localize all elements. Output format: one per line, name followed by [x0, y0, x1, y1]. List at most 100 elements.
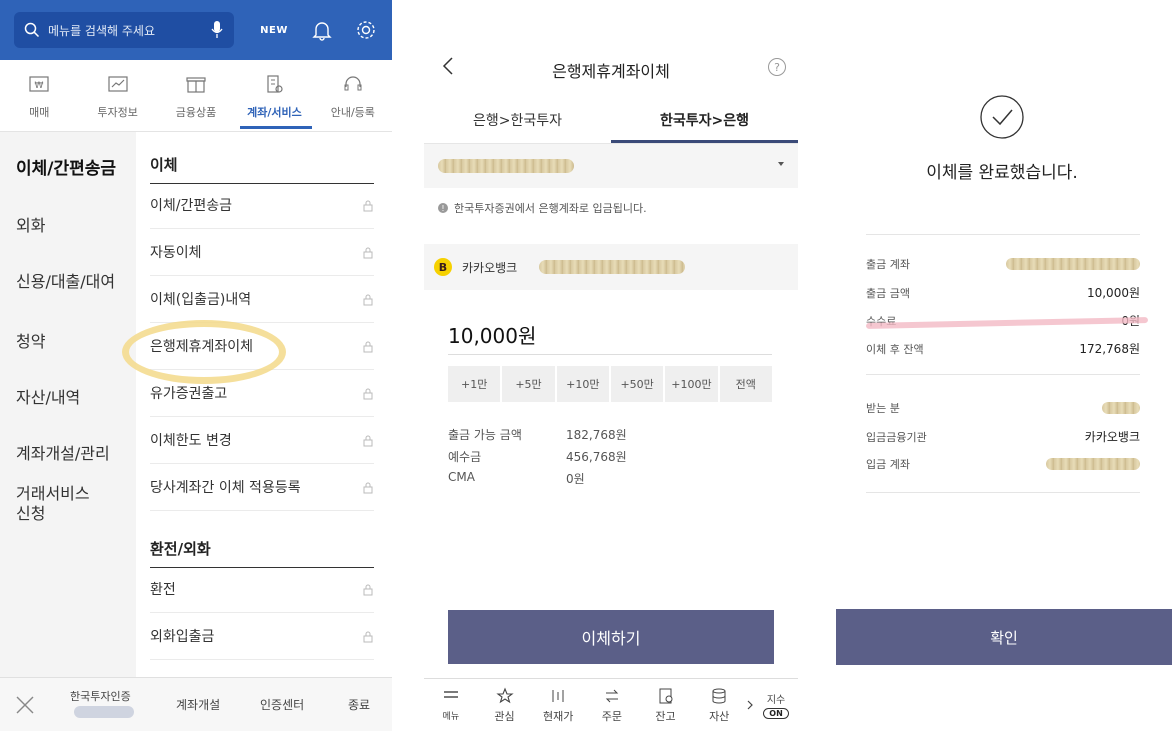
left-menu-assets[interactable]: 자산/내역 [16, 384, 80, 408]
submenu-label: 이체/간편송금 [150, 198, 232, 214]
tab-balance[interactable]: 잔고 [639, 687, 693, 724]
submenu-item[interactable]: 이체한도 변경 [150, 417, 374, 464]
confirm-button[interactable]: 확인 [836, 609, 1172, 665]
divider [866, 492, 1140, 493]
left-menu-transfer[interactable]: 이체/간편송금 [16, 154, 116, 179]
quick-amount-button[interactable]: +100만 [665, 366, 718, 402]
tab-financial-products[interactable]: 금융상품 [157, 60, 235, 131]
close-icon[interactable] [0, 695, 50, 715]
header: 은행제휴계좌이체 ? [424, 40, 798, 90]
receiving-bank-row[interactable]: B 카카오뱅크 [424, 244, 798, 290]
section-title-forex: 환전/외화 [150, 538, 374, 568]
lock-icon [363, 388, 373, 399]
submenu-label: 이체(입출금)내역 [150, 292, 252, 308]
headset-icon [344, 76, 362, 91]
tab-current-price[interactable]: 현재가 [531, 687, 585, 724]
direction-tabs: 은행>한국투자 한국투자>은행 [424, 100, 798, 144]
lock-icon [363, 631, 373, 642]
submenu-label: 환전 [150, 582, 176, 598]
cert-title[interactable]: 한국투자인증 [70, 688, 131, 704]
tab-assets[interactable]: 자산 [692, 687, 746, 724]
index-toggle[interactable]: 지수 ON [754, 691, 798, 719]
left-menu-subscription[interactable]: 청약 [16, 328, 45, 352]
tab-order[interactable]: 주문 [585, 687, 639, 724]
info-value: 182,768원 [566, 428, 627, 442]
index-label: 지수 [766, 695, 786, 706]
quick-amount-button[interactable]: +1만 [448, 366, 501, 402]
tab-label: 투자정보 [97, 106, 138, 119]
quick-amount-button[interactable]: +50만 [610, 366, 664, 402]
microphone-icon[interactable] [210, 19, 224, 41]
account-select[interactable] [424, 144, 798, 188]
quick-amount-button[interactable]: +10만 [556, 366, 609, 402]
left-menu-trade-service[interactable]: 거래서비스 신청 [16, 484, 90, 524]
submenu-item[interactable]: 당사계좌간 이체 적용등록 [150, 464, 374, 511]
info-key: 예수금 [448, 450, 482, 464]
quick-amount-button[interactable]: +5만 [502, 366, 555, 402]
left-menu-account-open[interactable]: 계좌개설/관리 [16, 440, 110, 464]
exit-link[interactable]: 종료 [348, 696, 370, 713]
info-row: CMA 0원 [448, 470, 585, 487]
detail-row: 출금 금액 10,000원 [866, 284, 1140, 301]
search-input[interactable]: 메뉴를 검색해 주세요 [14, 12, 234, 48]
transfer-button[interactable]: 이체하기 [448, 610, 774, 664]
submenu-item[interactable]: 외화입출금 [150, 613, 374, 660]
highlight-annotation [122, 320, 286, 384]
quick-amount-all-button[interactable]: 전액 [719, 366, 772, 402]
active-tab-indicator [240, 126, 312, 129]
cert-center-link[interactable]: 인증센터 [260, 696, 304, 713]
open-account-link[interactable]: 계좌개설 [176, 696, 220, 713]
gear-icon[interactable] [352, 16, 380, 44]
submenu-label: 유가증권출고 [150, 386, 228, 402]
detail-value: 카카오뱅크 [1084, 430, 1140, 444]
notice-text: 한국투자증권에서 은행계좌로 입금됩니다. [454, 202, 647, 215]
cert-masked-info [74, 706, 134, 718]
index-on-badge: ON [763, 708, 789, 719]
submenu-item[interactable]: 이체(입출금)내역 [150, 276, 374, 323]
chevron-down-icon [778, 162, 784, 166]
left-menu-credit-loan[interactable]: 신용/대출/대여 [16, 268, 115, 292]
lock-icon [363, 341, 373, 352]
new-label: NEW [260, 24, 288, 36]
chart-icon [108, 76, 128, 92]
search-icon [24, 22, 40, 38]
detail-key: 이체 후 잔액 [866, 342, 924, 356]
masked-account-number [438, 159, 574, 173]
detail-row: 이체 후 잔액 172,768원 [866, 340, 1140, 357]
tab-trade[interactable]: ₩ 매매 [0, 60, 78, 131]
submenu-item[interactable]: 환전 [150, 566, 374, 613]
info-row: 예수금 456,768원 [448, 448, 627, 465]
bell-icon[interactable] [308, 16, 336, 44]
tab-label: 안내/등록 [330, 106, 375, 119]
left-menu-forex[interactable]: 외화 [16, 212, 45, 236]
bottom-bar: 한국투자인증 계좌개설 인증센터 종료 [0, 677, 392, 731]
chevron-right-icon[interactable] [746, 699, 754, 711]
submenu-item[interactable]: 이체/간편송금 [150, 182, 374, 229]
tab-menu[interactable]: 메뉴 [424, 688, 478, 722]
masked-withdraw-account [1006, 258, 1140, 270]
tab-label: 자산 [709, 709, 730, 723]
amount-input[interactable]: 10,000원 [448, 320, 536, 349]
tab-kis-to-bank[interactable]: 한국투자>은행 [611, 100, 798, 143]
tab-label: 주문 [601, 709, 622, 723]
tab-guide-register[interactable]: 안내/등록 [314, 60, 392, 131]
submenu-item[interactable]: 자동이체 [150, 229, 374, 276]
tab-label: 잔고 [655, 709, 676, 723]
masked-deposit-account [1046, 458, 1140, 470]
tab-account-service[interactable]: 계좌/서비스 [235, 60, 313, 131]
database-icon [712, 688, 726, 703]
new-button[interactable]: NEW [260, 16, 288, 44]
submenu-label: 이체한도 변경 [150, 433, 232, 449]
detail-row: 입금 계좌 [866, 456, 1140, 472]
tab-invest-info[interactable]: 투자정보 [78, 60, 156, 131]
completion-title: 이체를 완료했습니다. [926, 163, 1078, 183]
info-key: 출금 가능 금액 [448, 428, 522, 442]
help-icon[interactable]: ? [768, 58, 786, 76]
star-icon [495, 687, 514, 703]
detail-row: 받는 분 [866, 400, 1140, 416]
tab-favorites[interactable]: 관심 [478, 687, 532, 724]
detail-row: 출금 계좌 [866, 256, 1140, 272]
transfer-complete-panel: 이체를 완료했습니다. 출금 계좌 출금 금액 10,000원 수수료 0원 이… [830, 0, 1174, 731]
lock-icon [363, 294, 373, 305]
tab-bank-to-kis[interactable]: 은행>한국투자 [424, 100, 611, 143]
